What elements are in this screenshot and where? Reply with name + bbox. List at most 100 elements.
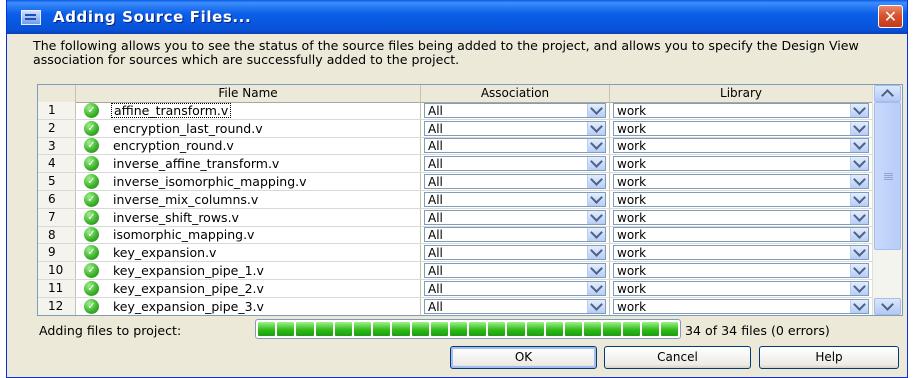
library-dropdown-button[interactable]	[850, 244, 868, 260]
library-dropdown[interactable]: work	[613, 173, 869, 190]
library-dropdown-button[interactable]	[850, 262, 868, 278]
library-dropdown[interactable]: work	[613, 208, 869, 225]
association-dropdown-button[interactable]	[587, 102, 605, 117]
file-name-cell[interactable]: ✓ key_expansion.v	[76, 244, 421, 262]
table-row[interactable]: 8 ✓ isomorphic_mapping.v All work	[38, 226, 873, 245]
library-dropdown[interactable]: work	[613, 102, 869, 118]
association-dropdown-button[interactable]	[587, 279, 605, 295]
association-dropdown-button[interactable]	[587, 155, 605, 171]
association-dropdown[interactable]: All	[424, 191, 606, 207]
table-row[interactable]: 12 ✓ key_expansion_pipe_3.v All work	[38, 297, 873, 315]
library-value: work	[617, 246, 647, 261]
association-dropdown[interactable]: All	[424, 119, 606, 136]
progress-segment	[373, 322, 391, 336]
cancel-button[interactable]: Cancel	[604, 346, 751, 369]
association-dropdown[interactable]: All	[424, 226, 606, 243]
library-dropdown-button[interactable]	[850, 173, 868, 189]
table-row[interactable]: 9 ✓ key_expansion.v All work	[38, 244, 873, 263]
chevron-down-icon	[853, 208, 866, 222]
help-button[interactable]: Help	[759, 346, 899, 369]
library-dropdown[interactable]: work	[613, 262, 869, 279]
column-header-association[interactable]: Association	[421, 85, 610, 102]
library-value: work	[617, 192, 647, 207]
ok-button[interactable]: OK	[450, 346, 597, 369]
library-dropdown-button[interactable]	[850, 297, 868, 313]
library-dropdown[interactable]: work	[613, 119, 869, 136]
library-dropdown[interactable]: work	[613, 191, 869, 207]
library-dropdown[interactable]: work	[613, 297, 869, 314]
table-row[interactable]: 2 ✓ encryption_last_round.v All work	[38, 119, 873, 138]
association-dropdown-button[interactable]	[587, 262, 605, 278]
progress-segment	[507, 322, 525, 336]
column-header-library[interactable]: Library	[610, 85, 873, 102]
association-dropdown-button[interactable]	[587, 297, 605, 313]
association-dropdown[interactable]: All	[424, 244, 606, 261]
scroll-down-button[interactable]	[874, 298, 901, 315]
association-dropdown[interactable]: All	[424, 102, 606, 118]
chevron-down-icon	[590, 279, 603, 293]
table-row[interactable]: 4 ✓ inverse_affine_transform.v All work	[38, 155, 873, 174]
library-dropdown[interactable]: work	[613, 155, 869, 172]
library-dropdown-button[interactable]	[850, 279, 868, 295]
library-dropdown[interactable]: work	[613, 279, 869, 296]
association-dropdown-button[interactable]	[587, 173, 605, 189]
column-header-file-name[interactable]: File Name	[76, 85, 421, 102]
vertical-scrollbar[interactable]	[872, 85, 902, 315]
association-dropdown-button[interactable]	[587, 119, 605, 135]
library-dropdown[interactable]: work	[613, 244, 869, 261]
table-row[interactable]: 5 ✓ inverse_isomorphic_mapping.v All work	[38, 173, 873, 191]
file-name-cell[interactable]: ✓ key_expansion_pipe_2.v	[76, 279, 421, 297]
file-name-cell[interactable]: ✓ inverse_isomorphic_mapping.v	[76, 173, 421, 190]
association-dropdown[interactable]: All	[424, 297, 606, 314]
file-name-cell[interactable]: ✓ isomorphic_mapping.v	[76, 226, 421, 244]
library-dropdown-button[interactable]	[850, 137, 868, 153]
chevron-down-icon	[590, 191, 603, 204]
table-row[interactable]: 1 ✓ affine_transform.v All work	[38, 102, 873, 120]
association-dropdown[interactable]: All	[424, 262, 606, 279]
scroll-thumb[interactable]	[874, 102, 901, 250]
table-row[interactable]: 7 ✓ inverse_shift_rows.v All work	[38, 208, 873, 227]
association-dropdown-button[interactable]	[587, 226, 605, 242]
progress-segment	[660, 322, 679, 336]
library-dropdown[interactable]: work	[613, 226, 869, 243]
progress-segment	[584, 322, 602, 336]
association-dropdown[interactable]: All	[424, 137, 606, 154]
library-dropdown-button[interactable]	[850, 119, 868, 135]
file-name-cell[interactable]: ✓ encryption_round.v	[76, 137, 421, 155]
file-name-cell[interactable]: ✓ key_expansion_pipe_3.v	[76, 297, 421, 315]
description-text: The following allows you to see the stat…	[33, 38, 859, 67]
table-body: 1 ✓ affine_transform.v All work 2 ✓ encryption_…	[38, 102, 873, 315]
association-dropdown[interactable]: All	[424, 208, 606, 225]
file-name-cell[interactable]: ✓ key_expansion_pipe_1.v	[76, 262, 421, 279]
chevron-down-icon	[853, 137, 866, 151]
library-dropdown-button[interactable]	[850, 155, 868, 171]
table-row[interactable]: 3 ✓ encryption_round.v All work	[38, 137, 873, 156]
file-name-cell[interactable]: ✓ inverse_mix_columns.v	[76, 190, 421, 208]
close-button[interactable]: ✕	[878, 5, 903, 28]
library-dropdown-button[interactable]	[850, 191, 868, 206]
check-circle-icon: ✓	[84, 227, 99, 243]
row-number: 6	[38, 190, 76, 208]
association-dropdown[interactable]: All	[424, 279, 606, 296]
file-name-cell[interactable]: ✓ affine_transform.v	[76, 102, 421, 119]
library-dropdown-button[interactable]	[850, 226, 868, 242]
table-row[interactable]: 10 ✓ key_expansion_pipe_1.v All work	[38, 262, 873, 280]
association-dropdown-button[interactable]	[587, 244, 605, 260]
association-dropdown-button[interactable]	[587, 137, 605, 153]
file-name-cell[interactable]: ✓ inverse_affine_transform.v	[76, 155, 421, 173]
file-name-cell[interactable]: ✓ inverse_shift_rows.v	[76, 208, 421, 226]
library-dropdown[interactable]: work	[613, 137, 869, 154]
association-dropdown-button[interactable]	[587, 208, 605, 224]
chevron-down-icon	[853, 119, 866, 133]
association-dropdown[interactable]: All	[424, 173, 606, 190]
scroll-up-button[interactable]	[874, 85, 901, 102]
association-dropdown[interactable]: All	[424, 155, 606, 172]
table-row[interactable]: 6 ✓ inverse_mix_columns.v All work	[38, 190, 873, 209]
file-name-cell[interactable]: ✓ encryption_last_round.v	[76, 119, 421, 137]
library-dropdown-button[interactable]	[850, 208, 868, 224]
title-bar[interactable]: Adding Source Files... ✕	[7, 0, 907, 34]
table-row[interactable]: 11 ✓ key_expansion_pipe_2.v All work	[38, 279, 873, 298]
library-dropdown-button[interactable]	[850, 102, 868, 117]
association-dropdown-button[interactable]	[587, 191, 605, 206]
file-name: key_expansion_pipe_1.v	[113, 263, 264, 279]
